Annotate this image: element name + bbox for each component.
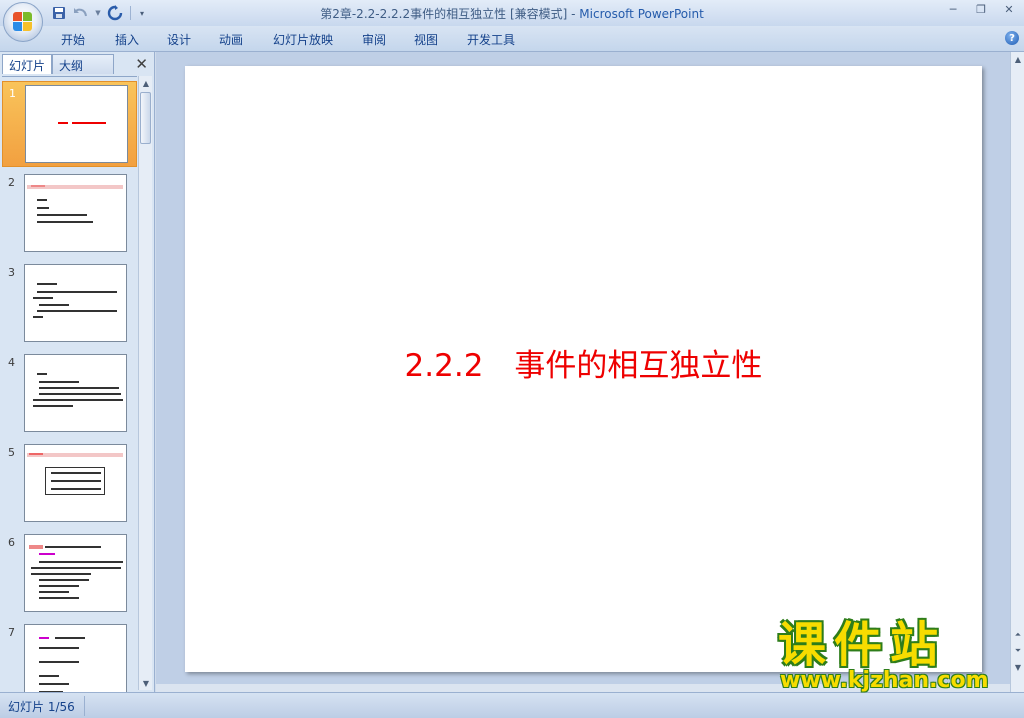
slide-thumbnail-row[interactable]: 7 — [2, 621, 137, 692]
tab-developer[interactable]: 开发工具 — [467, 31, 515, 48]
slide-thumbnail[interactable] — [25, 85, 128, 163]
minimize-button[interactable]: ─ — [944, 2, 962, 16]
tab-outline[interactable]: 大纲 — [52, 54, 114, 74]
slide-thumbnail-row[interactable]: 2 — [2, 171, 137, 257]
scroll-down-icon[interactable]: ▼ — [1011, 660, 1024, 674]
slide-thumbnail[interactable] — [24, 354, 127, 432]
document-title: 第2章-2.2-2.2.2事件的相互独立性 [兼容模式] - — [320, 7, 580, 21]
close-button[interactable]: ✕ — [1000, 2, 1018, 16]
scrollbar-thumb[interactable] — [140, 92, 151, 144]
title-bar: ▼ ▾ 第2章-2.2-2.2.2事件的相互独立性 [兼容模式] - Micro… — [0, 0, 1024, 42]
editor-scrollbar[interactable]: ▲ ⏶ ⏷ ▼ — [1010, 52, 1024, 692]
slide-number: 7 — [8, 626, 15, 639]
ribbon-tabs: 开始 插入 设计 动画 幻灯片放映 审阅 视图 开发工具 ? — [0, 26, 1024, 52]
slide-thumbnail[interactable] — [24, 444, 127, 522]
status-separator — [84, 696, 85, 716]
office-logo-icon — [13, 12, 33, 32]
tab-slides[interactable]: 幻灯片 — [2, 54, 52, 74]
slide-thumbnail[interactable] — [24, 174, 127, 252]
scroll-up-icon[interactable]: ▲ — [1011, 52, 1024, 66]
slides-pane: 幻灯片 大纲 ✕ 1 2 3 4 5 6 7 ▲ ▼ — [0, 52, 155, 692]
status-bar: 幻灯片 1/56 — [0, 692, 1024, 718]
slide-number: 5 — [8, 446, 15, 459]
slide-thumbnail-list: 1 2 3 4 5 6 7 — [2, 76, 137, 692]
app-name: Microsoft PowerPoint — [579, 7, 704, 21]
slide-thumbnail-row[interactable]: 5 — [2, 441, 137, 527]
slide-number: 1 — [9, 87, 16, 100]
slide-thumbnail[interactable] — [24, 534, 127, 612]
tab-review[interactable]: 审阅 — [362, 31, 386, 48]
tab-animation[interactable]: 动画 — [219, 31, 243, 48]
restore-button[interactable]: ❐ — [972, 2, 990, 16]
slide-number: 3 — [8, 266, 15, 279]
tab-design[interactable]: 设计 — [167, 31, 191, 48]
slide-thumbnail-row[interactable]: 1 — [2, 81, 137, 167]
watermark-brand: 课件站 — [778, 617, 947, 673]
scroll-up-icon[interactable]: ▲ — [139, 76, 153, 90]
help-icon[interactable]: ? — [1005, 31, 1019, 45]
slide-number: 4 — [8, 356, 15, 369]
pane-tabs: 幻灯片 大纲 ✕ — [2, 54, 152, 74]
slides-pane-scrollbar[interactable]: ▲ ▼ — [138, 76, 152, 690]
watermark: 课件站 www.kjzhan.com — [778, 617, 1006, 693]
previous-slide-icon[interactable]: ⏶ — [1011, 628, 1024, 642]
pane-close-icon[interactable]: ✕ — [135, 55, 148, 73]
slide-thumbnail-row[interactable]: 6 — [2, 531, 137, 617]
slide-editing-area: 2.2.2 事件的相互独立性 — [156, 52, 1010, 692]
scroll-down-icon[interactable]: ▼ — [139, 676, 153, 690]
tab-slideshow[interactable]: 幻灯片放映 — [273, 31, 333, 48]
slide-number: 2 — [8, 176, 15, 189]
watermark-url: www.kjzhan.com — [780, 668, 989, 693]
tab-insert[interactable]: 插入 — [115, 31, 139, 48]
slide-indicator: 幻灯片 1/56 — [8, 700, 75, 714]
tab-home[interactable]: 开始 — [61, 31, 85, 48]
slide-thumbnail-row[interactable]: 4 — [2, 351, 137, 437]
slide-title[interactable]: 2.2.2 事件的相互独立性 — [185, 340, 982, 385]
slide-number: 6 — [8, 536, 15, 549]
slide-thumbnail[interactable] — [24, 624, 127, 692]
tab-view[interactable]: 视图 — [414, 31, 438, 48]
next-slide-icon[interactable]: ⏷ — [1011, 644, 1024, 658]
window-title: 第2章-2.2-2.2.2事件的相互独立性 [兼容模式] - Microsoft… — [0, 5, 1024, 22]
slide-thumbnail[interactable] — [24, 264, 127, 342]
slide-thumbnail-row[interactable]: 3 — [2, 261, 137, 347]
current-slide[interactable]: 2.2.2 事件的相互独立性 — [185, 66, 982, 672]
office-button[interactable] — [3, 2, 43, 42]
window-controls: ─ ❐ ✕ — [944, 2, 1018, 16]
